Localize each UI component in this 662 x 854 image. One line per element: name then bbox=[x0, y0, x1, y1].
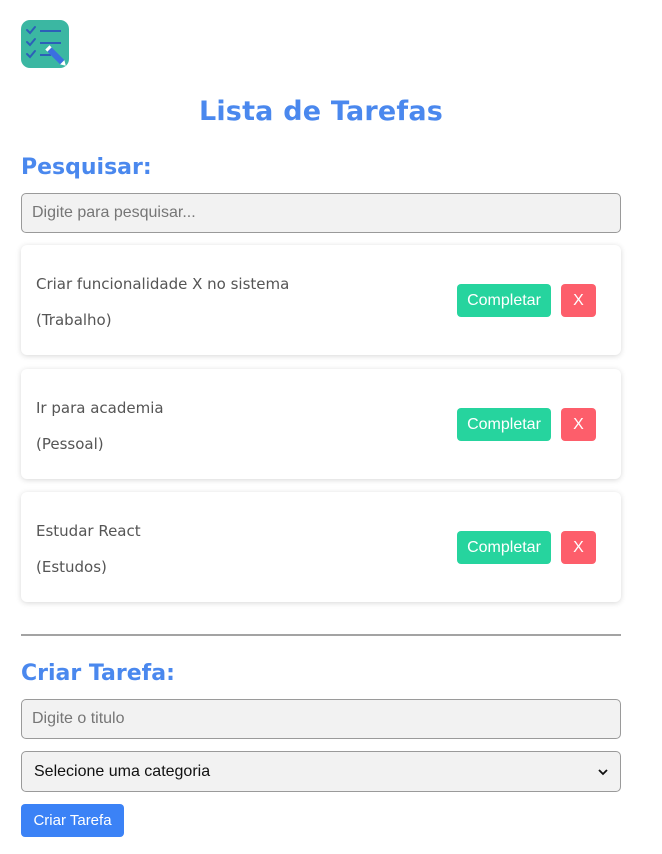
todo-title: Criar funcionalidade X no sistema bbox=[36, 275, 290, 293]
complete-button[interactable]: Completar bbox=[457, 408, 551, 441]
search-input[interactable] bbox=[21, 193, 621, 233]
todo-title: Ir para academia bbox=[36, 399, 164, 417]
category-select-value: Selecione uma categoria bbox=[34, 762, 211, 780]
todo-category: (Trabalho) bbox=[36, 311, 112, 329]
title-input[interactable] bbox=[21, 699, 621, 739]
remove-button[interactable]: X bbox=[561, 408, 596, 441]
create-task-button[interactable]: Criar Tarefa bbox=[21, 804, 124, 837]
remove-button[interactable]: X bbox=[561, 531, 596, 564]
divider bbox=[21, 634, 621, 636]
search-heading: Pesquisar: bbox=[21, 155, 152, 180]
create-heading: Criar Tarefa: bbox=[21, 661, 175, 686]
page-title: Lista de Tarefas bbox=[198, 96, 444, 127]
todo-item: Estudar React (Estudos) Completar X bbox=[21, 492, 621, 602]
todo-category: (Pessoal) bbox=[36, 435, 104, 453]
category-select[interactable]: Selecione uma categoria bbox=[21, 751, 621, 792]
complete-button[interactable]: Completar bbox=[457, 284, 551, 317]
todo-title: Estudar React bbox=[36, 522, 141, 540]
todo-category: (Estudos) bbox=[36, 558, 107, 576]
todo-item: Criar funcionalidade X no sistema (Traba… bbox=[21, 245, 621, 355]
remove-button[interactable]: X bbox=[561, 284, 596, 317]
chevron-down-icon bbox=[598, 768, 608, 775]
task-list-logo-icon bbox=[21, 20, 69, 68]
todo-item: Ir para academia (Pessoal) Completar X bbox=[21, 369, 621, 479]
complete-button[interactable]: Completar bbox=[457, 531, 551, 564]
